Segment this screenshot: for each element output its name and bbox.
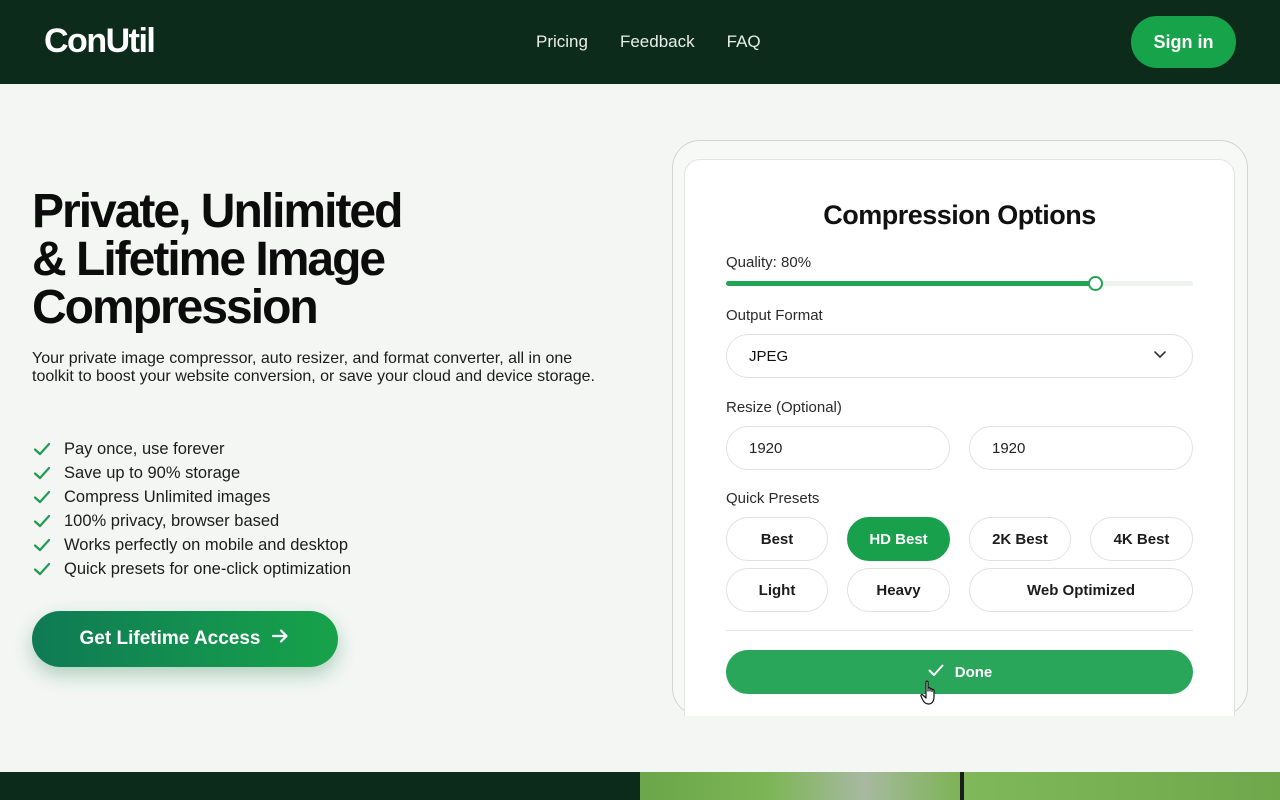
quick-presets-label: Quick Presets [726, 490, 820, 507]
quality-slider-thumb[interactable] [1087, 276, 1103, 291]
check-icon [32, 439, 52, 459]
check-icon [32, 559, 52, 579]
feature-list: Pay once, use forever Save up to 90% sto… [32, 437, 351, 581]
resize-label: Resize (Optional) [726, 399, 842, 416]
top-navigation-bar: ConUtil Pricing Feedback FAQ Sign in [0, 0, 1280, 84]
nav-faq-link[interactable]: FAQ [727, 32, 761, 52]
card-divider [726, 630, 1193, 631]
preset-2k-best-button[interactable]: 2K Best [969, 517, 1071, 561]
hero-title: Private, Unlimited & Lifetime Image Comp… [32, 188, 452, 332]
hand-pointer-icon [920, 680, 940, 711]
output-format-label: Output Format [726, 307, 823, 324]
hero-subtitle: Your private image compressor, auto resi… [32, 350, 595, 385]
nav-pricing-link[interactable]: Pricing [536, 32, 588, 52]
compressed-preview-image [964, 772, 1280, 800]
feature-item: Quick presets for one-click optimization [32, 557, 351, 581]
comparison-section-band [0, 772, 640, 800]
check-icon [32, 535, 52, 555]
preset-hd-best-button[interactable]: HD Best [847, 517, 950, 561]
feature-item: 100% privacy, browser based [32, 509, 351, 533]
nav-feedback-link[interactable]: Feedback [620, 32, 695, 52]
arrow-right-icon [270, 626, 290, 652]
preset-best-button[interactable]: Best [726, 517, 828, 561]
sign-in-button[interactable]: Sign in [1131, 16, 1236, 68]
hero-title-line-3: Compression [32, 281, 319, 334]
cta-label: Get Lifetime Access [79, 628, 261, 649]
check-icon [32, 463, 52, 483]
hero-title-line-1: Private, Unlimited [32, 185, 403, 238]
feature-item: Save up to 90% storage [32, 461, 351, 485]
preset-heavy-button[interactable]: Heavy [847, 568, 950, 612]
compression-options-title: Compression Options [823, 200, 1096, 230]
check-icon [32, 511, 52, 531]
feature-item: Pay once, use forever [32, 437, 351, 461]
preset-light-button[interactable]: Light [726, 568, 828, 612]
check-icon [32, 487, 52, 507]
quality-slider[interactable] [726, 276, 1193, 291]
get-lifetime-access-button[interactable]: Get Lifetime Access [32, 611, 338, 667]
done-button[interactable]: Done [726, 650, 1193, 694]
feature-item: Compress Unlimited images [32, 485, 351, 509]
preset-4k-best-button[interactable]: 4K Best [1090, 517, 1193, 561]
original-preview-image [640, 772, 960, 800]
feature-text: Compress Unlimited images [64, 487, 271, 506]
quality-slider-fill [726, 281, 1095, 286]
feature-text: Quick presets for one-click optimization [64, 559, 352, 578]
done-label: Done [954, 663, 993, 681]
feature-text: Pay once, use forever [64, 439, 225, 458]
feature-text: Save up to 90% storage [64, 463, 241, 482]
logo[interactable]: ConUtil [44, 22, 156, 61]
resize-height-input[interactable]: 1920 [969, 426, 1193, 470]
main-nav: Pricing Feedback FAQ [536, 32, 761, 52]
output-format-value: JPEG [749, 347, 789, 365]
quality-label: Quality: 80% [726, 254, 812, 271]
output-format-select[interactable]: JPEG [726, 334, 1193, 378]
chevron-down-icon [1152, 346, 1168, 366]
resize-width-input[interactable]: 1920 [726, 426, 950, 470]
preset-web-optimized-button[interactable]: Web Optimized [969, 568, 1193, 612]
feature-item: Works perfectly on mobile and desktop [32, 533, 351, 557]
feature-text: Works perfectly on mobile and desktop [64, 535, 349, 554]
hero-title-line-2: & Lifetime Image [32, 233, 386, 286]
feature-text: 100% privacy, browser based [64, 511, 280, 530]
